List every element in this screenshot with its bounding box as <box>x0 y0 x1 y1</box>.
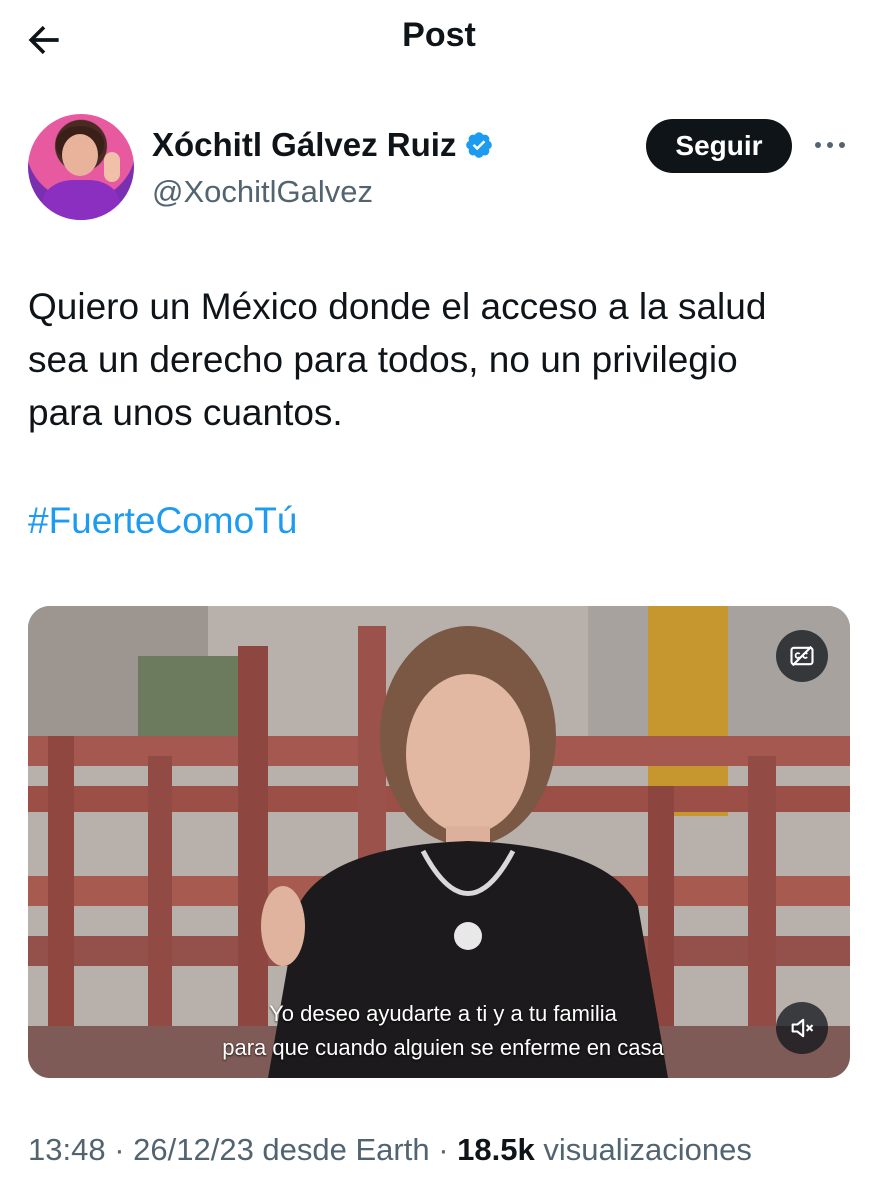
closed-captions-icon <box>790 645 814 667</box>
author-name[interactable]: Xóchitl Gálvez Ruiz <box>152 126 456 164</box>
author-name-row: Xóchitl Gálvez Ruiz <box>152 126 494 164</box>
post-metadata: 13:48 · 26/12/23 desde Earth · 18.5k vis… <box>28 1132 752 1168</box>
video-player[interactable]: Yo deseo ayudarte a ti y a tu familia pa… <box>28 606 850 1078</box>
views-count: 18.5k <box>457 1132 535 1167</box>
volume-muted-icon <box>791 1018 814 1038</box>
post-source: desde Earth <box>253 1132 430 1167</box>
more-horizontal-icon <box>815 142 845 148</box>
video-caption-line-1: Yo deseo ayudarte a ti y a tu familia <box>269 1001 617 1026</box>
page-title: Post <box>402 16 476 54</box>
mute-button[interactable] <box>776 1002 828 1054</box>
views-label: visualizaciones <box>534 1132 752 1167</box>
post-author: Xóchitl Gálvez Ruiz @XochitlGalvez Segui… <box>28 114 858 224</box>
views-link[interactable]: 18.5k visualizaciones <box>457 1132 752 1167</box>
post-time[interactable]: 13:48 <box>28 1132 106 1167</box>
post-text: Quiero un México donde el acceso a la sa… <box>28 286 767 433</box>
separator-dot: · <box>105 1132 134 1167</box>
avatar[interactable] <box>28 114 134 220</box>
hashtag-link[interactable]: #FuerteComoTú <box>28 500 297 542</box>
post-date[interactable]: 26/12/23 <box>133 1132 254 1167</box>
captions-button[interactable] <box>776 630 828 682</box>
verified-badge-icon <box>466 132 493 158</box>
video-caption-line-2: para que cuando alguien se enferme en ca… <box>222 1035 664 1060</box>
author-handle[interactable]: @XochitlGalvez <box>152 174 373 210</box>
follow-button[interactable]: Seguir <box>646 119 792 173</box>
separator-dot: · <box>429 1132 458 1167</box>
more-options-button[interactable] <box>810 130 850 160</box>
top-bar: Post <box>0 0 878 80</box>
